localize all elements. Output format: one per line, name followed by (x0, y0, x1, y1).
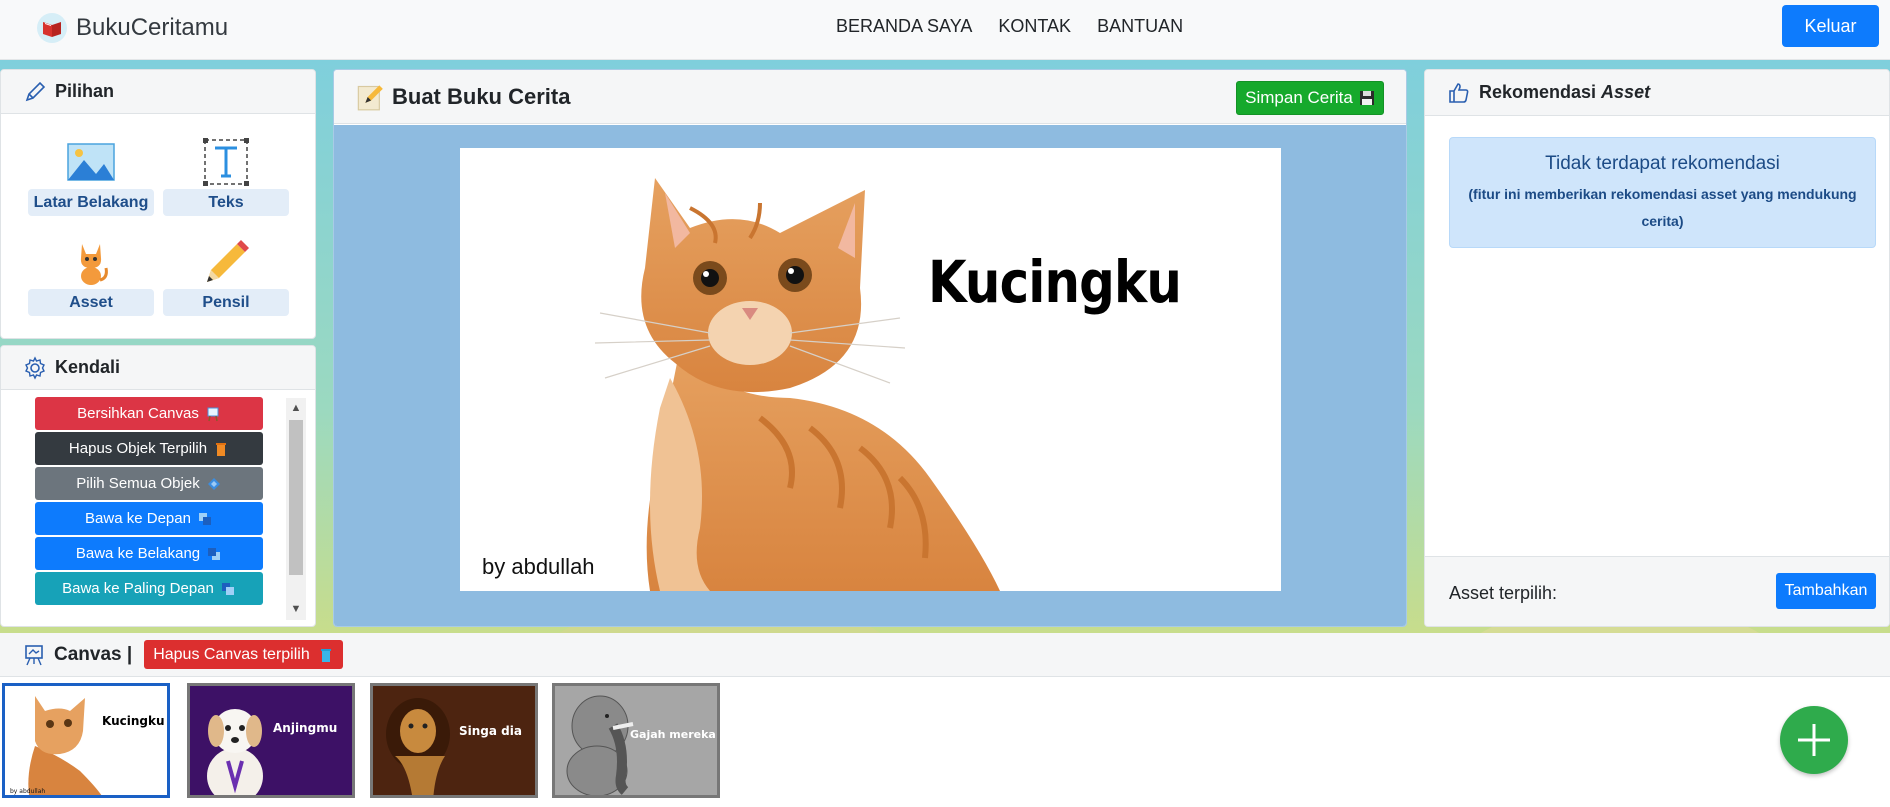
canvas-thumbnail-3[interactable]: Singa dia (370, 683, 538, 798)
pencil-outline-icon (25, 81, 46, 101)
book-logo-icon (37, 13, 67, 43)
plus-icon (1798, 724, 1830, 756)
delete-canvas-button[interactable]: Hapus Canvas terpilih (144, 640, 343, 669)
thumbnail-caption: Anjingmu (273, 721, 338, 735)
logout-button[interactable]: Keluar (1782, 5, 1879, 47)
button-label: Pilih Semua Objek (76, 475, 200, 492)
cat-image[interactable] (460, 148, 1281, 591)
image-icon (67, 143, 115, 181)
recommendation-panel: Rekomendasi Asset Tidak terdapat rekomen… (1424, 69, 1890, 627)
canvas-strip-header: Canvas | Hapus Canvas terpilih (0, 633, 1890, 677)
kendali-header: Kendali (1, 346, 315, 390)
recommendation-footer: Asset terpilih: Tambahkan (1425, 556, 1889, 626)
brand-name: BukuCeritamu (76, 14, 229, 41)
button-label: Bersihkan Canvas (77, 405, 199, 422)
recommendation-title: Rekomendasi Asset (1479, 82, 1650, 103)
option-label: Latar Belakang (28, 189, 154, 216)
cat-thumbnail-image (28, 696, 102, 795)
canvas-thumbnail-4[interactable]: Gajah mereka (552, 683, 720, 798)
pilihan-title: Pilihan (55, 81, 115, 101)
trash-icon (320, 648, 331, 662)
control-list-scrollbar[interactable]: ▲ ▼ (286, 398, 306, 620)
no-recommendation-alert: Tidak terdapat rekomendasi (fitur ini me… (1449, 137, 1876, 248)
thumbs-up-icon (1449, 82, 1469, 103)
send-backward-button[interactable]: Bawa ke Belakang (35, 537, 263, 570)
floppy-disk-icon (1359, 91, 1374, 105)
scroll-up-icon[interactable]: ▲ (289, 401, 303, 415)
control-list: Bersihkan Canvas Hapus Objek Terpilih Pi… (35, 397, 263, 607)
pilihan-header: Pilihan (1, 70, 315, 114)
canvas-thumbnail-1[interactable]: Kucingku by abdullah (2, 683, 170, 798)
alert-description: (fitur ini memberikan rekomendasi asset … (1468, 186, 1857, 229)
thumbnail-caption: Gajah mereka (630, 728, 716, 741)
thumbnail-caption: Kucingku (102, 714, 165, 728)
gear-icon (25, 355, 45, 380)
kendali-title: Kendali (55, 357, 121, 377)
bring-forward-icon (198, 512, 211, 525)
thumbnail-author: by abdullah (10, 788, 46, 795)
nav-link-kontak[interactable]: KONTAK (998, 14, 1071, 38)
canvas-strip: Canvas | Hapus Canvas terpilih Kucingku … (0, 633, 1890, 807)
pilihan-options: Latar Belakang Teks Asset Pensil (28, 138, 290, 316)
nav-links: BERANDA SAYA KONTAK BANTUAN (836, 14, 1183, 38)
bring-to-front-button[interactable]: Bawa ke Paling Depan (35, 572, 263, 605)
navbar: BukuCeritamu BERANDA SAYA KONTAK BANTUAN… (0, 0, 1890, 60)
select-all-button[interactable]: Pilih Semua Objek (35, 467, 263, 500)
option-label: Asset (28, 289, 154, 316)
title-emphasis: Asset (1601, 82, 1651, 102)
title-main: Rekomendasi (1479, 82, 1602, 102)
scrollbar-thumb[interactable] (289, 420, 303, 575)
option-label: Pensil (163, 289, 289, 316)
option-pencil[interactable]: Pensil (163, 238, 289, 316)
kendali-panel: Kendali Bersihkan Canvas Hapus Objek Ter… (0, 345, 316, 627)
selected-asset-label: Asset terpilih: (1449, 583, 1558, 603)
dog-thumbnail-image (207, 709, 263, 795)
story-canvas[interactable]: Kucingku by abdullah (460, 148, 1281, 591)
pencil-icon (207, 240, 249, 282)
recommendation-header: Rekomendasi Asset (1425, 70, 1889, 116)
canvas-easel-icon (25, 644, 43, 665)
option-label: Teks (163, 189, 289, 216)
add-canvas-button[interactable] (1780, 706, 1848, 774)
bring-to-front-icon (221, 582, 234, 595)
nav-link-bantuan[interactable]: BANTUAN (1097, 14, 1183, 38)
delete-selected-button[interactable]: Hapus Objek Terpilih (35, 432, 263, 465)
story-title-text[interactable]: Kucingku (928, 248, 1182, 316)
thumbnail-caption: Singa dia (459, 724, 522, 738)
brand[interactable]: BukuCeritamu (36, 10, 228, 46)
bring-forward-button[interactable]: Bawa ke Depan (35, 502, 263, 535)
add-asset-button[interactable]: Tambahkan (1776, 573, 1876, 609)
button-label: Bawa ke Belakang (75, 545, 201, 562)
canvas-strip-title: Canvas | (54, 643, 133, 665)
delete-canvas-label: Hapus Canvas terpilih (153, 645, 310, 663)
save-story-button[interactable]: Simpan Cerita (1236, 81, 1384, 115)
text-icon (203, 138, 249, 186)
memo-icon (357, 84, 383, 110)
option-background[interactable]: Latar Belakang (28, 138, 154, 216)
nav-link-beranda[interactable]: BERANDA SAYA (836, 14, 972, 38)
editor-title: Buat Buku Cerita (392, 83, 571, 109)
canvas-workspace: Kucingku by abdullah (334, 125, 1406, 626)
option-asset[interactable]: Asset (28, 238, 154, 316)
canvas-thumbnail-2[interactable]: Anjingmu (187, 683, 355, 798)
trash-icon (216, 442, 227, 456)
save-label: Simpan Cerita (1245, 88, 1353, 107)
elephant-thumbnail-image (566, 695, 634, 795)
pilihan-panel: Pilihan Latar Belakang Teks Asset Pensil (0, 69, 316, 339)
button-label: Bawa ke Paling Depan (62, 580, 214, 597)
option-text[interactable]: Teks (163, 138, 289, 216)
story-author-text[interactable]: by abdullah (482, 554, 595, 580)
lion-thumbnail-image (386, 698, 450, 795)
editor-panel: Buat Buku Cerita Simpan Cerita Kucingku … (333, 69, 1407, 627)
send-backward-icon (208, 547, 221, 560)
easel-icon (207, 407, 219, 421)
select-all-icon (207, 477, 220, 490)
cat-icon (80, 244, 108, 285)
alert-title: Tidak terdapat rekomendasi (1545, 153, 1780, 174)
button-label: Bawa ke Depan (85, 510, 191, 527)
clear-canvas-button[interactable]: Bersihkan Canvas (35, 397, 263, 430)
button-label: Hapus Objek Terpilih (68, 440, 208, 457)
scroll-down-icon[interactable]: ▼ (289, 602, 303, 616)
